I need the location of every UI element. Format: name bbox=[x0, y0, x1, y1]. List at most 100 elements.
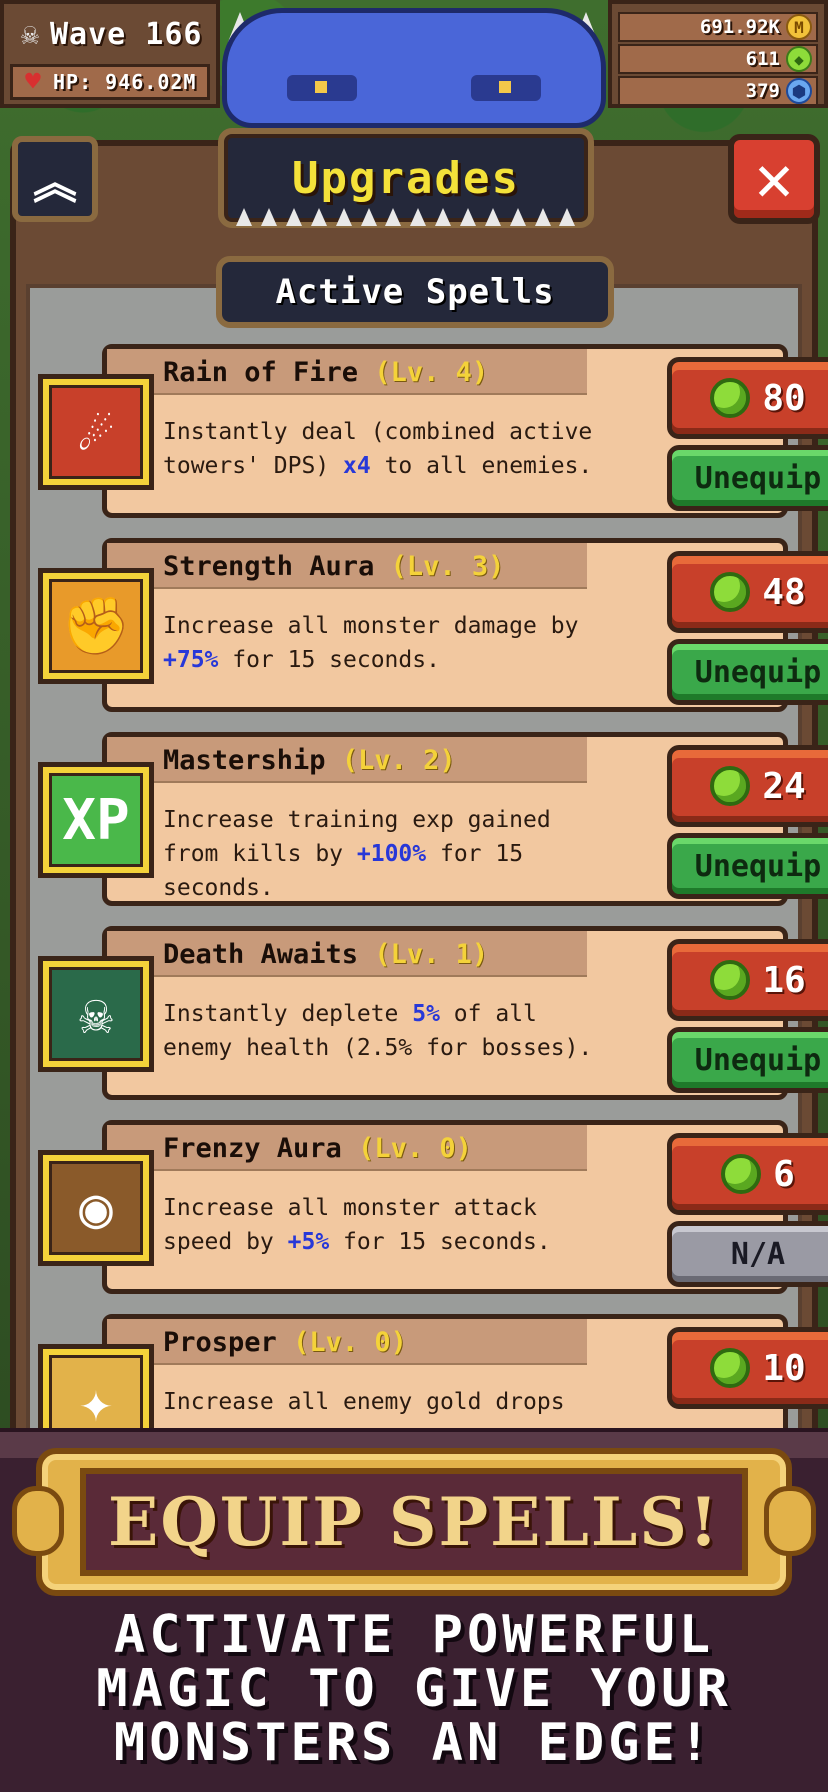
gem-icon: ◆ bbox=[786, 46, 812, 72]
title-banner: Upgrades bbox=[218, 128, 594, 228]
wave-label: Wave 166 bbox=[50, 16, 203, 52]
upgrade-cost-button[interactable]: 24 bbox=[667, 745, 828, 827]
upgrade-cost-button[interactable]: 48 bbox=[667, 551, 828, 633]
spell-icon-frame: ◉ bbox=[38, 1150, 154, 1266]
spell-level: (Lv. 3) bbox=[390, 551, 505, 582]
gold-coin-icon: M bbox=[786, 14, 812, 40]
unequip-button[interactable]: Unequip bbox=[667, 833, 828, 899]
gem-counter: 611 ◆ bbox=[618, 44, 818, 74]
spell-desc-text: Instantly deplete bbox=[163, 1001, 413, 1027]
close-button[interactable]: ✕ bbox=[728, 134, 820, 224]
gem-icon bbox=[710, 960, 751, 1000]
spell-card: Mastership (Lv. 2) Increase training exp… bbox=[38, 732, 828, 908]
spell-description: Instantly deplete 5% of all enemy health… bbox=[163, 997, 593, 1065]
heart-icon: ♥ bbox=[25, 67, 41, 97]
spell-desc-highlight: 5% bbox=[412, 1001, 440, 1027]
spell-card-body: Frenzy Aura (Lv. 0) Increase all monster… bbox=[102, 1120, 828, 1294]
spell-card-body: Death Awaits (Lv. 1) Instantly deplete 5… bbox=[102, 926, 828, 1100]
unequip-button[interactable]: Unequip bbox=[667, 445, 828, 511]
hud-currencies: 691.92K M 611 ◆ 379 ⬢ bbox=[608, 0, 828, 108]
action-label: Unequip bbox=[694, 654, 822, 690]
action-label: Unequip bbox=[694, 848, 822, 884]
monster-eye-right bbox=[471, 75, 541, 101]
shard-icon: ⬢ bbox=[786, 78, 812, 104]
spell-desc-highlight: x4 bbox=[343, 453, 371, 479]
gem-value: 611 bbox=[745, 48, 780, 70]
spell-desc-text-tail: for 15 seconds. bbox=[329, 1229, 551, 1255]
unequip-button[interactable]: Unequip bbox=[667, 1027, 828, 1093]
spell-icon-frame: ☄ bbox=[38, 374, 154, 490]
spell-card: Rain of Fire (Lv. 4) Instantly deal (com… bbox=[38, 344, 828, 520]
spell-description: Instantly deal (combined active towers' … bbox=[163, 415, 593, 483]
unequip-button[interactable]: Unequip bbox=[667, 639, 828, 705]
spell-desc-text-tail: for 15 seconds. bbox=[218, 647, 440, 673]
fire-rain-icon: ☄ bbox=[49, 385, 143, 479]
double-chevron-up-icon: ︽ bbox=[33, 158, 77, 209]
cost-value: 24 bbox=[762, 765, 806, 807]
skull-ornament-right bbox=[764, 1486, 816, 1556]
spell-desc-highlight: +75% bbox=[163, 647, 219, 673]
cost-value: 80 bbox=[762, 377, 806, 419]
gold-value: 691.92K bbox=[699, 16, 780, 38]
hp-label: HP: 946.02M bbox=[53, 70, 197, 94]
spell-name: Strength Aura (Lv. 3) bbox=[163, 551, 504, 582]
close-icon: ✕ bbox=[754, 142, 794, 216]
promo-plaque-inner: EQUIP SPELLS! bbox=[80, 1468, 748, 1576]
spell-level: (Lv. 0) bbox=[293, 1327, 407, 1358]
spell-title: Mastership bbox=[163, 745, 326, 776]
spell-card-body: Strength Aura (Lv. 3) Increase all monst… bbox=[102, 538, 828, 712]
spell-title: Strength Aura bbox=[163, 551, 375, 582]
tagline-line-2: MAGIC TO GIVE YOUR bbox=[96, 1659, 732, 1719]
spell-desc-highlight: +100% bbox=[356, 841, 427, 867]
gem-icon bbox=[710, 378, 751, 418]
section-title: Active Spells bbox=[275, 272, 555, 312]
skull-icon: ☠ bbox=[49, 967, 143, 1061]
spell-card: Frenzy Aura (Lv. 0) Increase all monster… bbox=[38, 1120, 828, 1296]
spell-name: Mastership (Lv. 2) bbox=[163, 745, 456, 776]
spell-level: (Lv. 1) bbox=[374, 939, 489, 970]
cost-value: 6 bbox=[773, 1153, 795, 1195]
upgrade-cost-button[interactable]: 6 bbox=[667, 1133, 828, 1215]
spell-name: Death Awaits (Lv. 1) bbox=[163, 939, 488, 970]
cost-value: 16 bbox=[762, 959, 806, 1001]
skull-icon: ☠ bbox=[20, 16, 40, 52]
tagline-line-1: ACTIVATE POWERFUL bbox=[113, 1605, 715, 1665]
upgrade-cost-button[interactable]: 16 bbox=[667, 939, 828, 1021]
shard-value: 379 bbox=[745, 80, 780, 102]
spell-card: Death Awaits (Lv. 1) Instantly deplete 5… bbox=[38, 926, 828, 1102]
upgrade-cost-button[interactable]: 10 bbox=[667, 1327, 828, 1409]
spell-description: Increase training exp gained from kills … bbox=[163, 803, 593, 905]
upgrade-cost-button[interactable]: 80 bbox=[667, 357, 828, 439]
spell-title: Prosper bbox=[163, 1327, 277, 1358]
spell-card-body: Mastership (Lv. 2) Increase training exp… bbox=[102, 732, 828, 906]
na-button[interactable]: N/A bbox=[667, 1221, 828, 1287]
section-banner: Active Spells bbox=[216, 256, 614, 328]
spell-card-body: Rain of Fire (Lv. 4) Instantly deal (com… bbox=[102, 344, 828, 518]
gem-icon bbox=[721, 1154, 762, 1194]
action-label: Unequip bbox=[694, 460, 822, 496]
hp-counter: ♥ HP: 946.02M bbox=[10, 64, 210, 100]
gold-counter: 691.92K M bbox=[618, 12, 818, 42]
spell-description: Increase all monster damage by +75% for … bbox=[163, 609, 593, 677]
hud-stats: ☠ Wave 166 ♥ HP: 946.02M bbox=[0, 0, 220, 108]
spell-icon-frame: ☠ bbox=[38, 956, 154, 1072]
monster-head-decoration bbox=[222, 8, 606, 128]
tagline-line-3: MONSTERS AN EDGE! bbox=[113, 1713, 715, 1773]
gem-icon bbox=[710, 1348, 751, 1388]
eye-icon: ◉ bbox=[49, 1161, 143, 1255]
spell-title: Frenzy Aura bbox=[163, 1133, 342, 1164]
spell-level: (Lv. 2) bbox=[341, 745, 456, 776]
action-label: Unequip bbox=[694, 1042, 822, 1078]
spell-icon-frame: XP bbox=[38, 762, 154, 878]
fist-icon: ✊ bbox=[49, 579, 143, 673]
spell-card: Strength Aura (Lv. 3) Increase all monst… bbox=[38, 538, 828, 714]
gem-icon bbox=[710, 766, 751, 806]
promo-headline: EQUIP SPELLS! bbox=[108, 1483, 720, 1561]
spell-icon-frame: ✊ bbox=[38, 568, 154, 684]
spell-level: (Lv. 4) bbox=[374, 357, 489, 388]
collapse-button[interactable]: ︽ bbox=[12, 136, 98, 222]
action-label: N/A bbox=[730, 1236, 786, 1272]
spell-description: Increase all monster attack speed by +5%… bbox=[163, 1191, 593, 1259]
teeth-decoration bbox=[232, 208, 580, 228]
spell-title: Rain of Fire bbox=[163, 357, 359, 388]
